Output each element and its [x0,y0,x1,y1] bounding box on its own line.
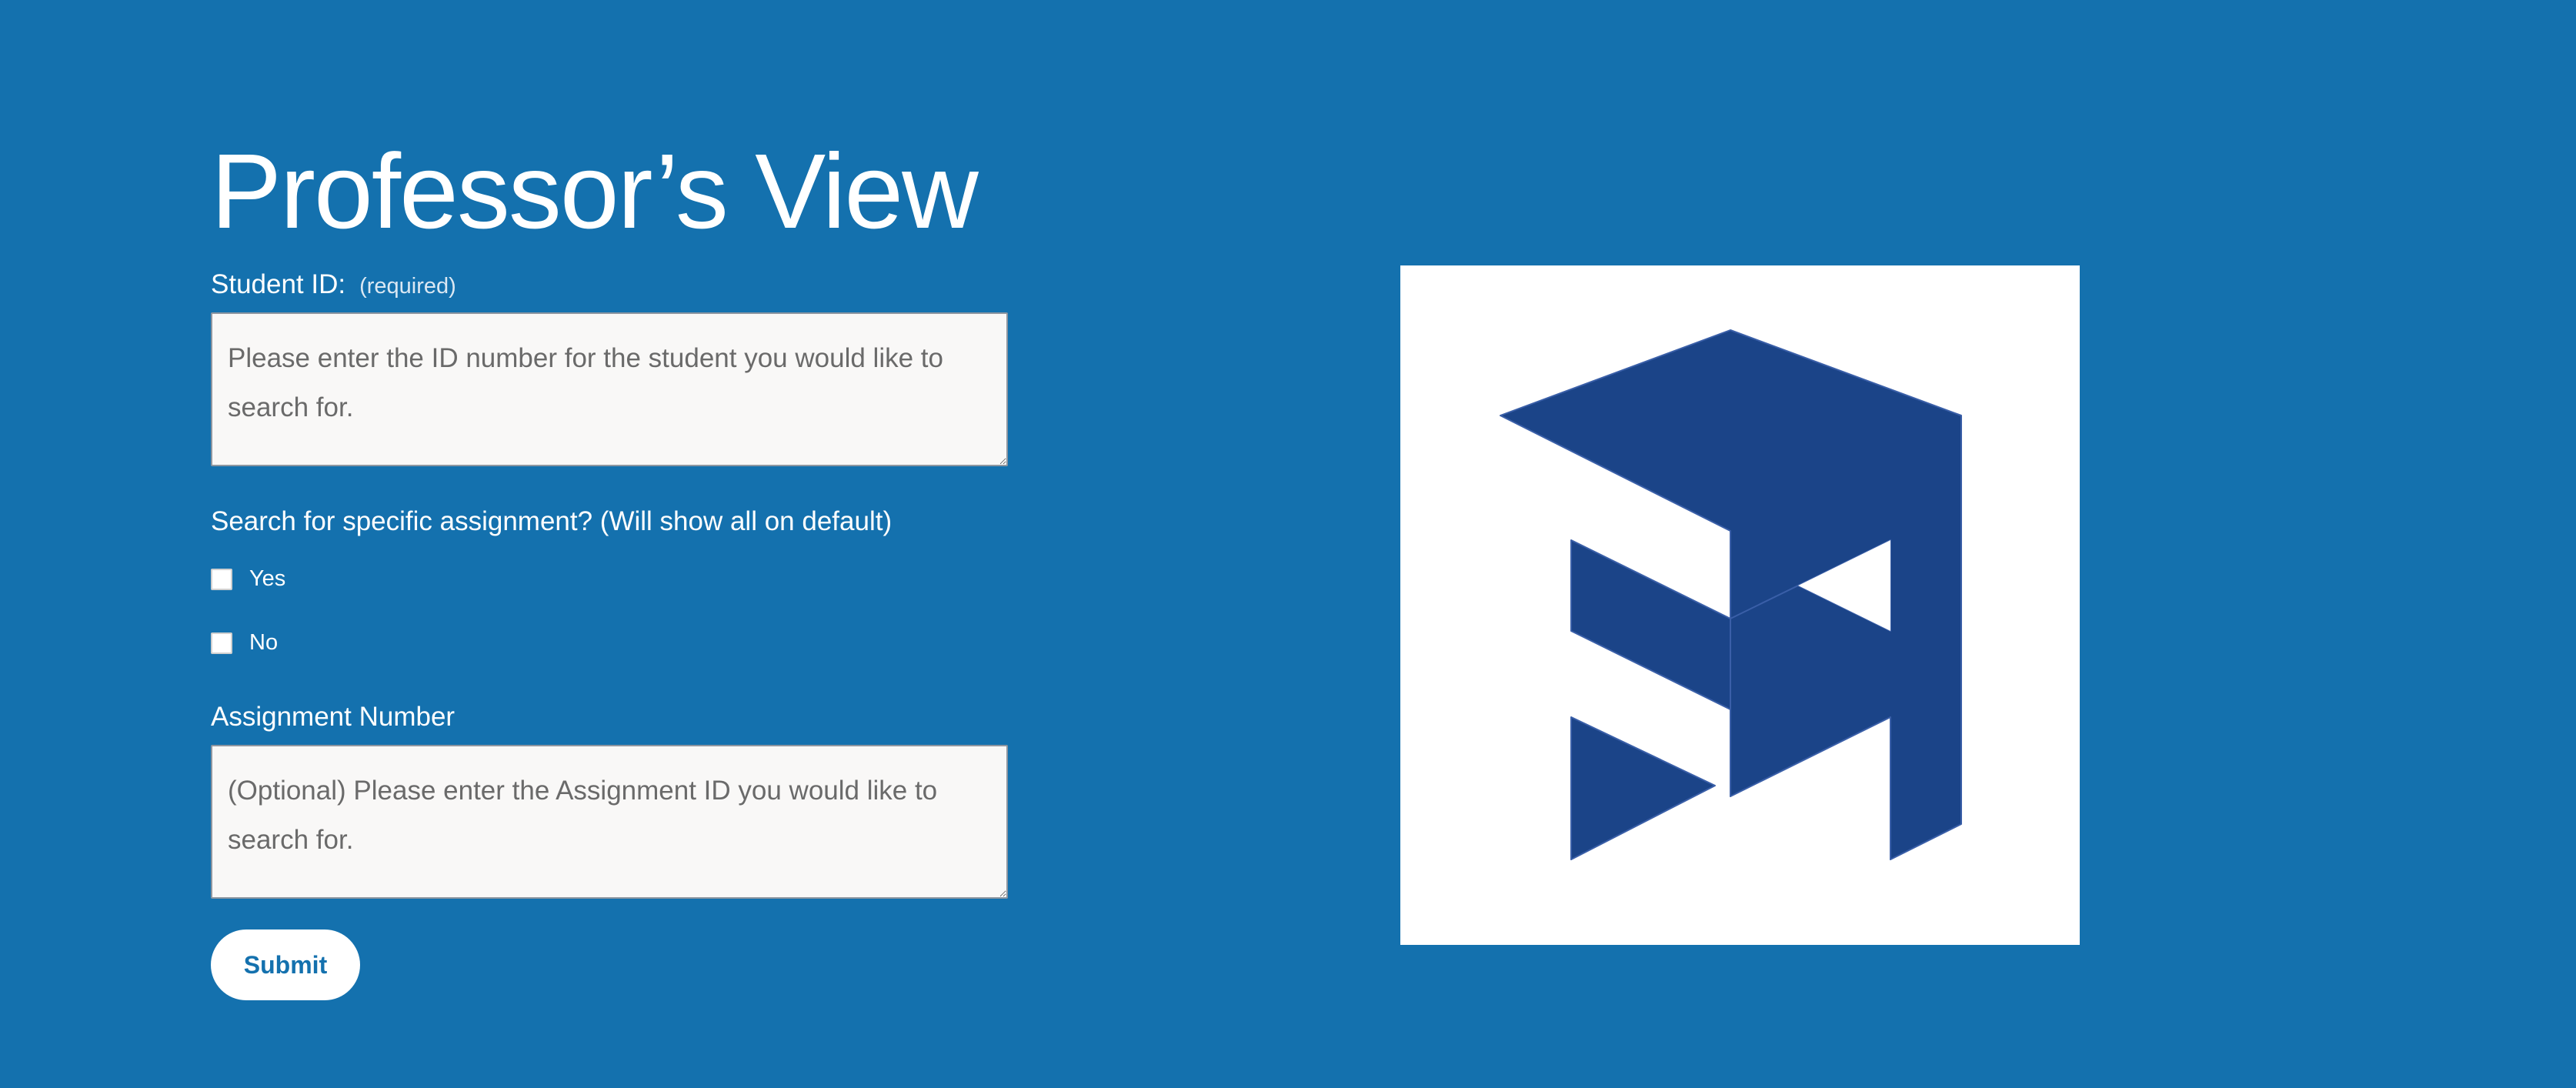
yes-checkbox[interactable] [211,568,232,590]
student-id-label: Student ID: [211,269,346,299]
no-label[interactable]: No [249,630,278,656]
isometric-block-logo-icon [1500,329,1962,860]
required-note: (required) [359,274,456,299]
submit-button[interactable]: Submit [211,929,360,1000]
page-title: Professor’s View [211,132,979,251]
assignment-number-label: Assignment Number [211,702,455,732]
option-no-row[interactable]: No [211,630,1011,656]
option-yes-row[interactable]: Yes [211,566,1011,592]
student-id-label-row: Student ID: (required) [211,269,1011,300]
search-form: Professor’s View Student ID: (required) … [211,139,1011,1000]
assignment-filter-question: Search for specific assignment? (Will sh… [211,506,893,536]
no-checkbox[interactable] [211,632,232,654]
yes-label[interactable]: Yes [249,566,285,592]
page: Professor’s View Student ID: (required) … [0,0,2576,1088]
assignment-number-field[interactable] [211,745,1008,899]
student-id-field[interactable] [211,312,1008,466]
logo [1400,265,2080,945]
